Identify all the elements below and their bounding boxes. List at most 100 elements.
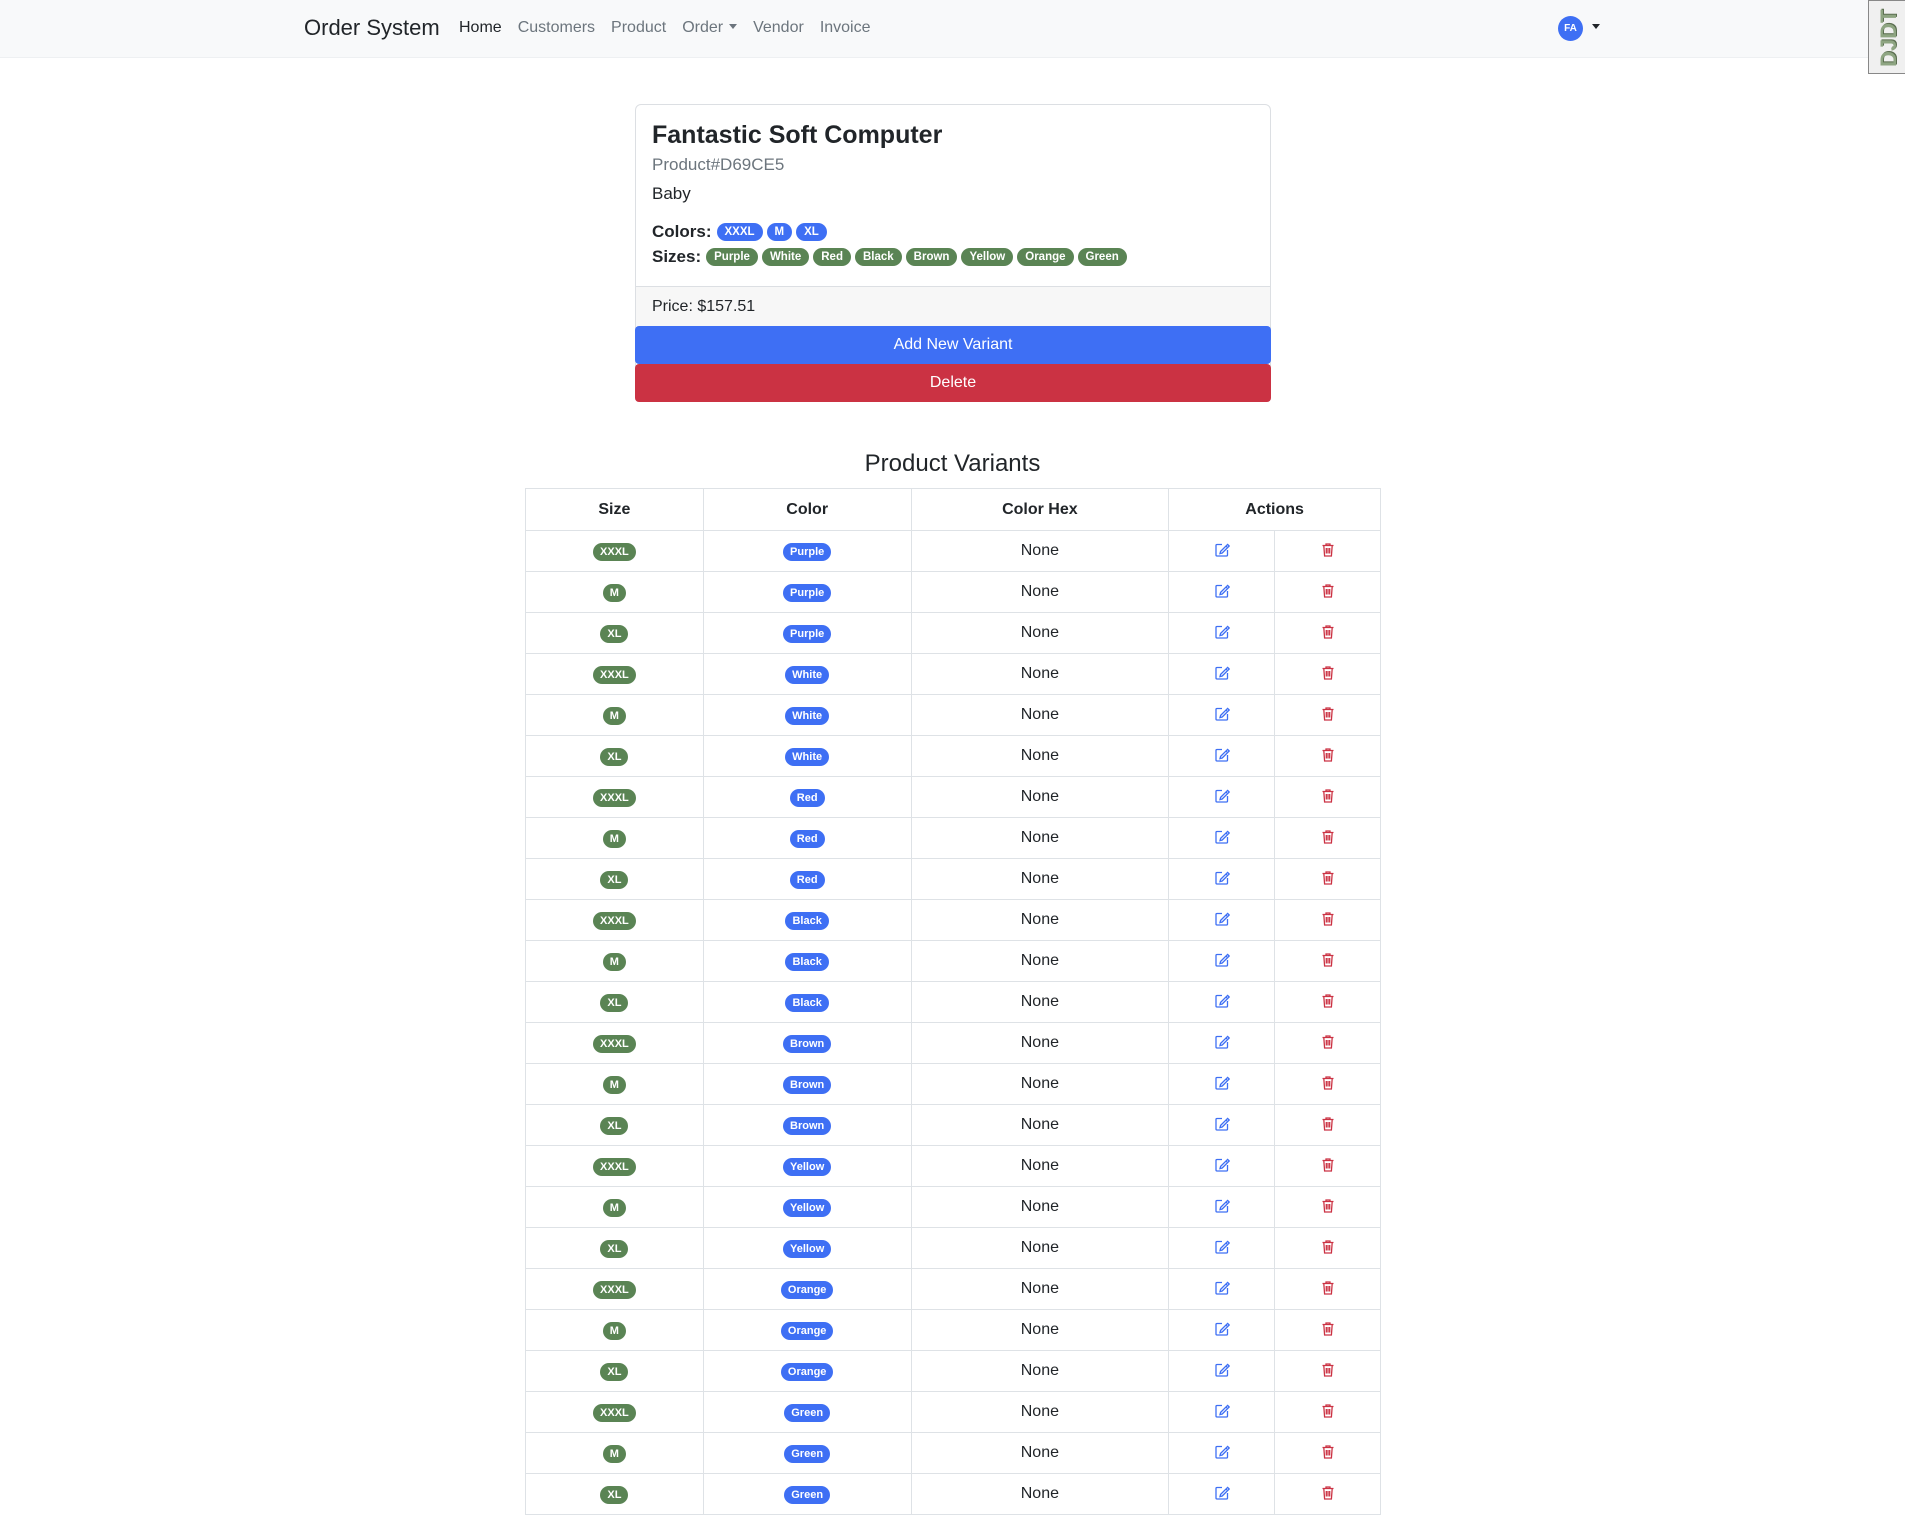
trash-icon[interactable] [1319,706,1337,724]
trash-icon[interactable] [1319,952,1337,970]
delete-cell [1274,653,1381,695]
delete-cell [1274,1268,1381,1310]
trash-icon[interactable] [1319,1444,1337,1462]
trash-icon[interactable] [1319,1034,1337,1052]
color-badge: White [785,706,830,725]
add-new-variant-button[interactable]: Add New Variant [635,326,1271,364]
edit-icon[interactable] [1213,1444,1231,1462]
trash-icon[interactable] [1319,1485,1337,1503]
color-badge: Green [784,1403,831,1422]
color-hex-cell: None [910,1473,1170,1515]
edit-icon[interactable] [1213,747,1231,765]
edit-icon[interactable] [1213,788,1231,806]
size-badge: Red [813,248,851,266]
color-hex-cell: None [910,735,1170,777]
edit-icon[interactable] [1213,706,1231,724]
table-row: M Green None [525,1432,1381,1474]
trash-icon[interactable] [1319,542,1337,560]
edit-icon[interactable] [1213,1034,1231,1052]
trash-icon[interactable] [1319,1116,1337,1134]
delete-cell [1274,1391,1381,1433]
size-cell: XXXL [525,1145,704,1187]
trash-icon[interactable] [1319,1198,1337,1216]
color-badge: Brown [783,1116,832,1135]
size-badge: M [602,583,626,602]
user-menu-chevron-down-icon[interactable] [1592,24,1600,29]
delete-cell [1274,571,1381,613]
trash-icon[interactable] [1319,1321,1337,1339]
edit-cell [1168,817,1276,859]
edit-icon[interactable] [1213,665,1231,683]
trash-icon[interactable] [1319,624,1337,642]
trash-icon[interactable] [1319,870,1337,888]
size-cell: M [525,1309,704,1351]
trash-icon[interactable] [1319,993,1337,1011]
size-badge: M [602,706,626,725]
trash-icon[interactable] [1319,1075,1337,1093]
color-badge: XL [796,223,827,241]
nav-vendor[interactable]: Vendor [745,18,812,38]
edit-icon[interactable] [1213,952,1231,970]
edit-icon[interactable] [1213,1075,1231,1093]
delete-cell [1274,1104,1381,1146]
trash-icon[interactable] [1319,1239,1337,1257]
edit-icon[interactable] [1213,1157,1231,1175]
edit-icon[interactable] [1213,993,1231,1011]
trash-icon[interactable] [1319,911,1337,929]
edit-cell [1168,858,1276,900]
trash-icon[interactable] [1319,747,1337,765]
edit-icon[interactable] [1213,1321,1231,1339]
trash-icon[interactable] [1319,1362,1337,1380]
delete-cell [1274,1022,1381,1064]
size-cell: XXXL [525,899,704,941]
size-cell: XXXL [525,776,704,818]
edit-icon[interactable] [1213,542,1231,560]
edit-icon[interactable] [1213,1403,1231,1421]
nav-invoice[interactable]: Invoice [812,18,879,38]
edit-cell [1168,776,1276,818]
brand-link[interactable]: Order System [304,15,440,41]
delete-cell [1274,1473,1381,1515]
edit-icon[interactable] [1213,1362,1231,1380]
edit-icon[interactable] [1213,1116,1231,1134]
trash-icon[interactable] [1319,665,1337,683]
trash-icon[interactable] [1319,1280,1337,1298]
trash-icon[interactable] [1319,1403,1337,1421]
debug-toolbar-handle[interactable]: DJDT [1868,0,1905,74]
size-badge: XXXL [593,1157,636,1176]
color-hex-cell: None [910,1391,1170,1433]
nav-order-dropdown[interactable]: Order [674,18,745,38]
edit-icon[interactable] [1213,829,1231,847]
color-badge: Black [785,911,829,930]
delete-cell [1274,981,1381,1023]
delete-product-button[interactable]: Delete [635,364,1271,402]
table-row: M Black None [525,940,1381,982]
trash-icon[interactable] [1319,829,1337,847]
table-row: M Purple None [525,571,1381,613]
column-header-color: Color [702,488,912,531]
trash-icon[interactable] [1319,583,1337,601]
user-avatar[interactable]: FA [1558,16,1583,41]
color-badge: XXXL [716,223,763,241]
edit-icon[interactable] [1213,624,1231,642]
color-cell: Purple [702,571,912,613]
edit-icon[interactable] [1213,1280,1231,1298]
nav-product[interactable]: Product [603,18,674,38]
edit-icon[interactable] [1213,1239,1231,1257]
color-badge: Yellow [783,1239,832,1258]
sizes-row: Sizes: Purple White Red Black Brown Yell… [652,247,1127,267]
nav-customers[interactable]: Customers [510,18,603,38]
edit-icon[interactable] [1213,870,1231,888]
edit-icon[interactable] [1213,1485,1231,1503]
edit-icon[interactable] [1213,583,1231,601]
table-row: XXXL Green None [525,1391,1381,1433]
trash-icon[interactable] [1319,1157,1337,1175]
nav-home[interactable]: Home [451,18,510,38]
trash-icon[interactable] [1319,788,1337,806]
size-badge: XXXL [593,665,636,684]
product-price: Price: $157.51 [652,298,756,315]
edit-icon[interactable] [1213,911,1231,929]
edit-cell [1168,1432,1276,1474]
edit-icon[interactable] [1213,1198,1231,1216]
color-hex-cell: None [910,1309,1170,1351]
